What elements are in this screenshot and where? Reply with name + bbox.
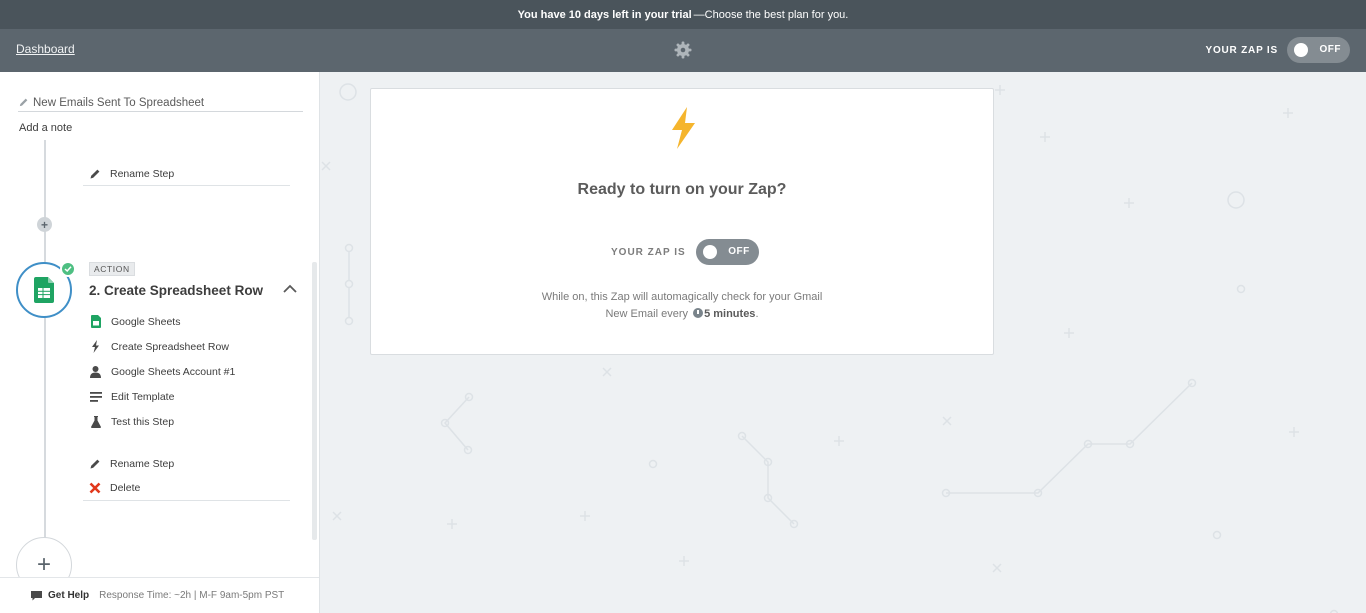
divider xyxy=(83,500,290,501)
dashboard-link[interactable]: Dashboard xyxy=(16,42,75,56)
get-help-link[interactable]: Get Help xyxy=(48,590,89,601)
toggle-knob xyxy=(702,245,717,259)
chat-bubble-icon xyxy=(31,590,42,600)
step2-rename-button[interactable]: Rename Step xyxy=(88,457,174,470)
trial-days-text: You have 10 days left in your trial xyxy=(517,8,692,21)
step2-test-label: Test this Step xyxy=(111,415,175,428)
desc-line-2: New Email every 5 minutes. xyxy=(371,306,993,323)
step2-account-label: Google Sheets Account #1 xyxy=(111,365,236,378)
step2-delete-label: Delete xyxy=(110,481,141,494)
step2-rename-label: Rename Step xyxy=(110,457,175,470)
header-zap-toggle[interactable]: OFF xyxy=(1287,37,1350,63)
desc-suffix: . xyxy=(755,308,759,320)
header-zap-status: YOUR ZAP IS OFF xyxy=(1205,37,1350,63)
response-time-text: Response Time: ~2h | M-F 9am-5pm PST xyxy=(99,590,285,601)
step2-action-label: Create Spreadsheet Row xyxy=(111,340,229,353)
google-sheets-icon xyxy=(89,315,102,328)
zap-editor-sidebar: New Emails Sent To Spreadsheet Add a not… xyxy=(0,72,320,613)
google-sheets-icon xyxy=(34,277,54,303)
toggle-knob xyxy=(1294,43,1308,57)
card-zap-status-label: YOUR ZAP IS xyxy=(611,246,686,258)
lines-icon xyxy=(89,390,102,403)
pencil-icon xyxy=(88,167,101,180)
card-zap-status: YOUR ZAP IS OFF xyxy=(611,239,759,265)
step2-template-label: Edit Template xyxy=(111,390,175,403)
turn-on-zap-card: Ready to turn on your Zap? YOUR ZAP IS O… xyxy=(370,88,994,355)
pencil-icon xyxy=(19,98,28,107)
step2-test-item[interactable]: Test this Step xyxy=(89,415,174,428)
delete-x-icon xyxy=(88,481,101,494)
desc-interval: 5 minutes xyxy=(704,308,756,320)
zap-name-text: New Emails Sent To Spreadsheet xyxy=(33,96,205,109)
choose-plan-link[interactable]: —Choose the best plan for you. xyxy=(694,9,849,21)
clock-icon xyxy=(693,308,704,318)
step2-delete-button[interactable]: Delete xyxy=(88,481,140,494)
card-zap-toggle[interactable]: OFF xyxy=(695,239,759,265)
header-zap-status-label: YOUR ZAP IS xyxy=(1205,44,1278,56)
step2-title[interactable]: 2. Create Spreadsheet Row xyxy=(89,283,263,298)
step2-app-label: Google Sheets xyxy=(111,315,181,328)
step2-template-item[interactable]: Edit Template xyxy=(89,390,174,403)
help-bar: Get Help Response Time: ~2h | M-F 9am-5p… xyxy=(0,577,319,613)
top-header: Dashboard YOUR ZAP IS OFF xyxy=(0,29,1366,72)
sidebar-scrollbar[interactable] xyxy=(312,262,317,540)
pencil-icon xyxy=(88,457,101,470)
lightning-bolt-icon xyxy=(672,107,695,149)
desc-line-1: While on, this Zap will automagically ch… xyxy=(541,291,823,303)
insert-step-plus-icon[interactable]: + xyxy=(37,217,52,232)
step2-app-item[interactable]: Google Sheets xyxy=(89,315,180,328)
step-complete-check-icon xyxy=(60,261,76,277)
chevron-up-icon[interactable] xyxy=(282,282,298,296)
step2-account-item[interactable]: Google Sheets Account #1 xyxy=(89,365,235,378)
divider xyxy=(83,185,290,186)
ready-title: Ready to turn on your Zap? xyxy=(577,181,787,198)
gear-icon[interactable] xyxy=(673,40,693,60)
trial-banner[interactable]: You have 10 days left in your trial —Cho… xyxy=(0,0,1366,29)
step-type-badge: ACTION xyxy=(89,262,135,276)
step1-rename-label: Rename Step xyxy=(110,167,175,180)
user-icon xyxy=(89,365,102,378)
desc-prefix: New Email every xyxy=(605,308,689,320)
plus-icon: + xyxy=(36,551,51,578)
toggle-state-text: OFF xyxy=(728,246,750,257)
step2-action-item[interactable]: Create Spreadsheet Row xyxy=(89,340,229,353)
zap-name-field[interactable]: New Emails Sent To Spreadsheet xyxy=(18,94,303,112)
toggle-state-text: OFF xyxy=(1319,44,1341,55)
flask-icon xyxy=(89,415,102,428)
zap-description: While on, this Zap will automagically ch… xyxy=(371,289,993,323)
bolt-icon xyxy=(89,340,102,353)
step1-rename-button[interactable]: Rename Step xyxy=(88,167,174,180)
add-note-link[interactable]: Add a note xyxy=(19,122,72,134)
